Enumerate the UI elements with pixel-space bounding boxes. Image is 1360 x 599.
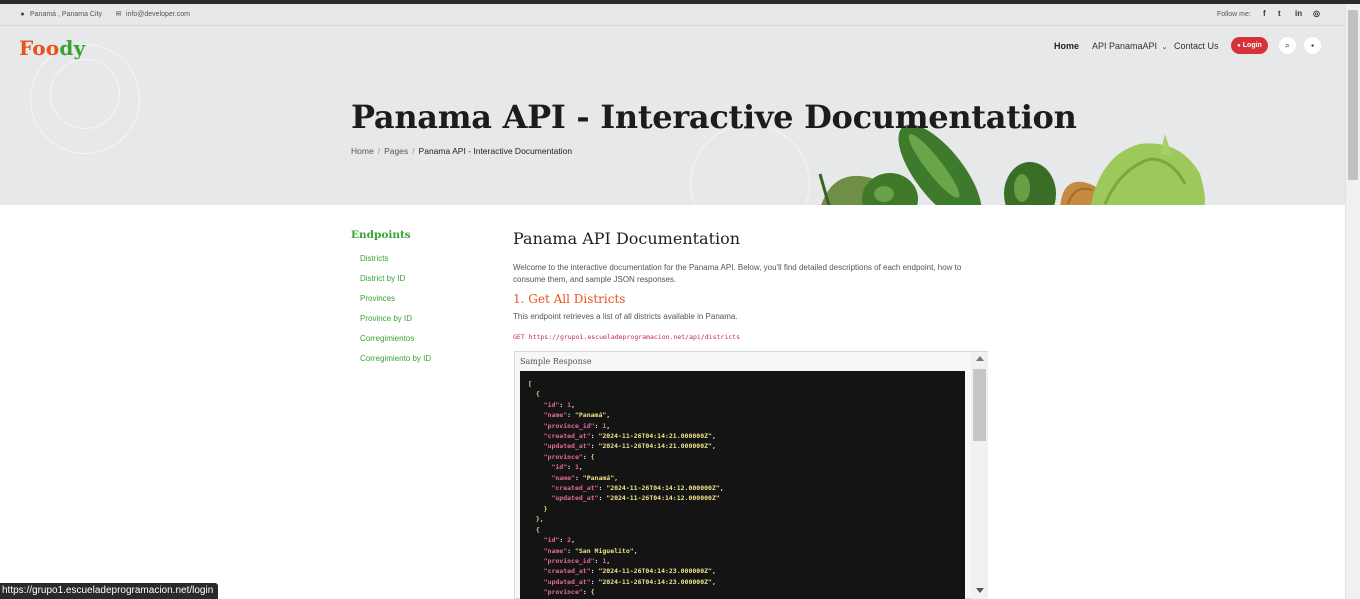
map-pin-icon: ● <box>20 11 25 18</box>
code-scrollbar-thumb[interactable] <box>973 369 986 441</box>
sample-response-label: Sample Response <box>520 357 592 366</box>
follow-label: Follow me: <box>1217 11 1251 18</box>
hero-header: ● Panamá , Panama City ✉ info@developer.… <box>0 4 1345 205</box>
sidebar-item-corregimientos[interactable]: Corregimientos <box>360 334 414 343</box>
envelope-icon: ✉ <box>115 11 122 18</box>
chevron-down-icon: ⌄ <box>1161 44 1168 51</box>
sidebar-item-district-by-id[interactable]: District by ID <box>360 274 405 283</box>
search-icon: ⌕ <box>1285 40 1290 50</box>
doc-title: Panama API Documentation <box>513 229 741 248</box>
facebook-icon[interactable]: f <box>1263 9 1266 18</box>
email-info[interactable]: ✉ info@developer.com <box>115 11 190 18</box>
endpoint-description: This endpoint retrieves a list of all di… <box>513 312 738 321</box>
login-button[interactable]: ● Login <box>1231 37 1268 54</box>
location-info: ● Panamá , Panama City <box>19 11 102 18</box>
logo-part-2: dy <box>59 36 86 60</box>
code-scrollbar[interactable] <box>971 352 988 599</box>
logo-part-1: Foo <box>19 36 60 60</box>
search-button[interactable]: ⌕ <box>1279 37 1296 54</box>
nav-home[interactable]: Home <box>1054 41 1079 51</box>
cart-button[interactable]: ▪ <box>1304 37 1321 54</box>
json-code-block[interactable]: [ { "id": 1, "name": "Panamá", "province… <box>520 371 965 599</box>
scroll-down-arrow-icon[interactable] <box>976 588 984 593</box>
location-text: Panamá , Panama City <box>30 11 102 18</box>
site-logo[interactable]: Foody <box>19 36 85 60</box>
status-bar-url: https://grupo1.escueladeprogramacion.net… <box>0 583 219 599</box>
sidebar-item-districts[interactable]: Districts <box>360 254 388 263</box>
sidebar-item-corregimiento-by-id[interactable]: Corregimiento by ID <box>360 354 431 363</box>
bag-icon: ▪ <box>1311 41 1314 50</box>
email-text[interactable]: info@developer.com <box>126 11 190 18</box>
breadcrumb-current: Panama API - Interactive Documentation <box>418 146 573 156</box>
doc-intro: Welcome to the interactive documentation… <box>513 263 962 284</box>
page-scrollbar[interactable] <box>1345 4 1360 599</box>
linkedin-icon[interactable]: in <box>1295 9 1302 18</box>
sidebar-item-provinces[interactable]: Provinces <box>360 294 395 303</box>
nav-contact[interactable]: Contact Us <box>1174 41 1219 51</box>
sidebar-title: Endpoints <box>351 229 411 241</box>
breadcrumb-pages[interactable]: Pages <box>384 146 408 156</box>
scroll-up-arrow-icon[interactable] <box>976 356 984 361</box>
user-icon: ● <box>1237 42 1241 49</box>
endpoint-url-code: GET https://grupo1.escueladeprogramacion… <box>513 333 740 341</box>
sidebar-item-province-by-id[interactable]: Province by ID <box>360 314 412 323</box>
sample-response-panel[interactable]: Sample Response [ { "id": 1, "name": "Pa… <box>514 351 988 599</box>
breadcrumb: Home / Pages / Panama API - Interactive Docu… <box>351 146 573 156</box>
endpoint-title: 1. Get All Districts <box>513 292 626 306</box>
twitter-icon[interactable]: t <box>1278 9 1281 18</box>
page-scrollbar-thumb[interactable] <box>1348 10 1358 180</box>
breadcrumb-home[interactable]: Home <box>351 146 374 156</box>
nav-api-label: API PanamaAPI <box>1092 41 1158 51</box>
decorative-circle <box>50 59 120 129</box>
top-info-bar: ● Panamá , Panama City ✉ info@developer.… <box>0 4 1345 26</box>
decorative-circle <box>690 124 810 205</box>
login-label: Login <box>1242 42 1262 49</box>
page-title: Panama API - Interactive Documentation <box>351 98 1077 136</box>
nav-api-dropdown[interactable]: API PanamaAPI ⌄ <box>1092 41 1167 51</box>
instagram-icon[interactable]: ◎ <box>1313 9 1320 18</box>
